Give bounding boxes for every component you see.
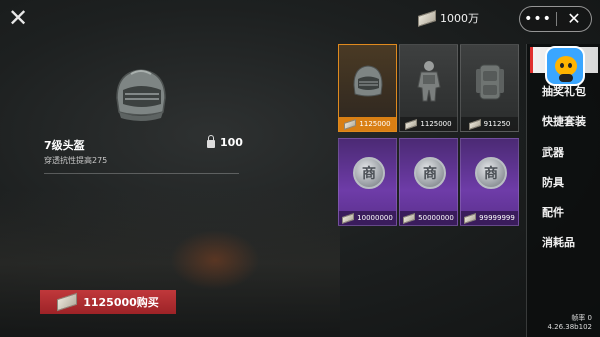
item-price-value: 99999999 bbox=[479, 214, 515, 222]
sidebar-item-quick-loadout[interactable]: 快捷套装 bbox=[542, 113, 586, 129]
shop-item-backpack[interactable]: 911250 bbox=[460, 44, 519, 132]
item-price: 10000000 bbox=[339, 211, 396, 225]
cash-icon bbox=[464, 212, 477, 224]
cash-icon bbox=[57, 292, 78, 312]
helmet-icon bbox=[353, 65, 383, 97]
mini-program-capsule: ••• ✕ bbox=[519, 6, 592, 32]
item-price-value: 10000000 bbox=[357, 214, 393, 222]
fps-readout: 帧率 0 4.26.38b102 bbox=[547, 314, 592, 332]
detail-divider bbox=[44, 173, 239, 174]
shop-item-coin[interactable]: 商 10000000 bbox=[338, 138, 397, 226]
sidebar-item-armor[interactable]: 防具 bbox=[542, 174, 564, 190]
sidebar-item-attachments[interactable]: 配件 bbox=[542, 204, 564, 220]
version-text: 4.26.38b102 bbox=[547, 323, 592, 331]
item-price: 911250 bbox=[461, 117, 518, 131]
item-price: 1125000 bbox=[400, 117, 457, 131]
armor-suit-icon bbox=[417, 61, 441, 102]
mascot-body bbox=[559, 74, 573, 82]
fps-text: 帧率 0 bbox=[571, 314, 592, 322]
cash-icon bbox=[405, 118, 418, 130]
category-sidebar: 新 抽奖礼包 快捷套装 武器 防具 配件 消耗品 bbox=[526, 44, 600, 337]
coin-icon: 商 bbox=[414, 157, 446, 189]
coin-icon: 商 bbox=[475, 157, 507, 189]
item-weight-value: 100 bbox=[220, 136, 243, 149]
sidebar-item-weapons[interactable]: 武器 bbox=[542, 144, 564, 160]
buy-button-label: 1125000购买 bbox=[83, 296, 159, 309]
cash-icon bbox=[403, 212, 416, 224]
shop-item-armor-suit[interactable]: 1125000 bbox=[399, 44, 458, 132]
weight-icon bbox=[207, 135, 215, 148]
cash-icon bbox=[342, 212, 355, 224]
background-ember-glow bbox=[170, 230, 260, 290]
more-options-button[interactable]: ••• bbox=[520, 7, 556, 31]
backpack-icon bbox=[476, 64, 504, 100]
coin-icon: 商 bbox=[353, 157, 385, 189]
item-price-value: 50000000 bbox=[418, 214, 454, 222]
currency-amount: 1000万 bbox=[440, 12, 479, 25]
item-price-value: 1125000 bbox=[420, 120, 452, 128]
shop-item-helmet[interactable]: 1125000 bbox=[338, 44, 397, 132]
cash-icon bbox=[468, 118, 481, 130]
item-price: 50000000 bbox=[400, 211, 457, 225]
sidebar-item-consumables[interactable]: 消耗品 bbox=[542, 234, 575, 250]
item-price-value: 1125000 bbox=[359, 120, 391, 128]
item-description: 穿透抗性提高275 bbox=[44, 156, 108, 165]
helmet-icon bbox=[116, 69, 166, 121]
capsule-close-button[interactable]: ✕ bbox=[557, 7, 591, 31]
close-icon[interactable]: ✕ bbox=[6, 6, 30, 30]
item-weight: 100 bbox=[207, 135, 243, 149]
item-price-value: 911250 bbox=[483, 120, 511, 128]
currency-display: 1000万 bbox=[418, 9, 479, 27]
mascot-face bbox=[555, 56, 577, 76]
item-price: 99999999 bbox=[461, 211, 518, 225]
shop-item-coin[interactable]: 商 50000000 bbox=[399, 138, 458, 226]
item-price: 1125000 bbox=[339, 117, 396, 131]
mascot-icon[interactable] bbox=[545, 46, 585, 86]
item-name: 7级头盔 bbox=[44, 139, 85, 152]
cash-icon bbox=[344, 118, 357, 130]
shop-item-coin[interactable]: 商 99999999 bbox=[460, 138, 519, 226]
buy-button[interactable]: 1125000购买 bbox=[40, 290, 176, 314]
cash-icon bbox=[418, 9, 436, 27]
